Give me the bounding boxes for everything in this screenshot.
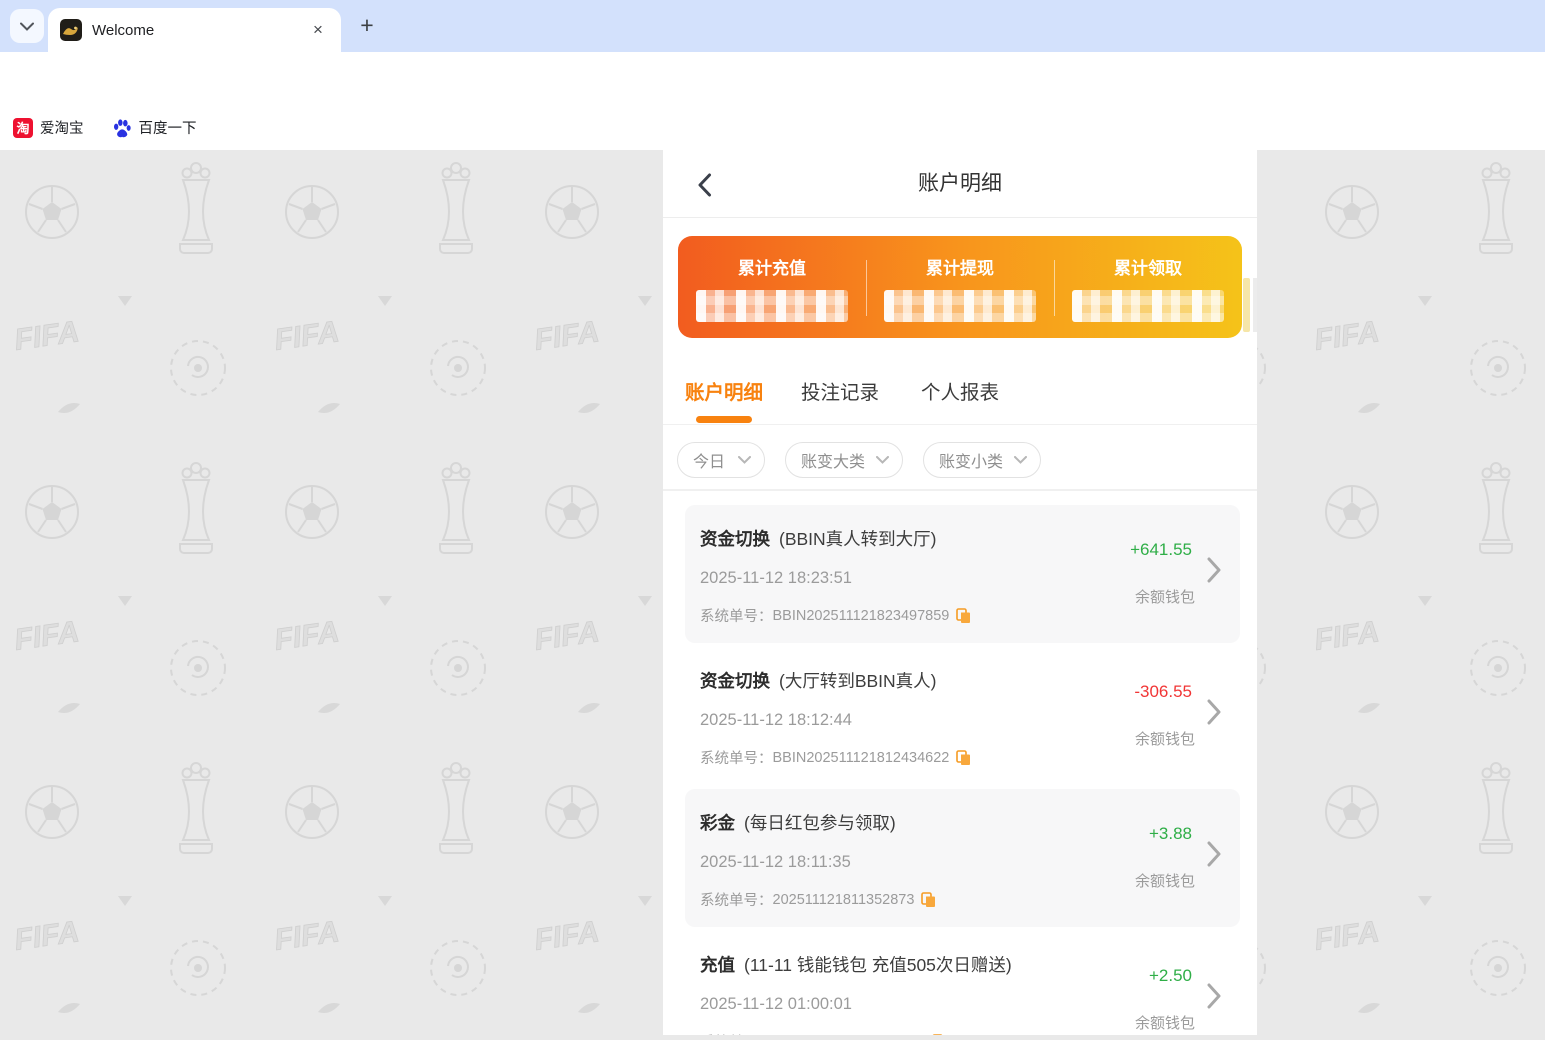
copy-icon[interactable] bbox=[956, 607, 971, 624]
section-divider bbox=[663, 489, 1257, 491]
browser-tab-strip: Welcome × + bbox=[0, 0, 1545, 52]
copy-icon[interactable] bbox=[921, 891, 936, 908]
filter-minor-category[interactable]: 账变小类 bbox=[923, 442, 1041, 478]
tab-personal-report[interactable]: 个人报表 bbox=[921, 376, 999, 405]
transaction-time: 2025-11-12 18:11:35 bbox=[700, 853, 851, 871]
chevron-left-icon bbox=[698, 173, 711, 197]
order-label: 系统单号： bbox=[700, 1031, 773, 1035]
transaction-amount: +2.50 bbox=[1148, 966, 1192, 985]
tab-account-detail[interactable]: 账户明细 bbox=[685, 376, 763, 405]
report-tabs: 账户明细 投注记录 个人报表 bbox=[663, 362, 1257, 425]
tab-bet-records[interactable]: 投注记录 bbox=[801, 376, 879, 405]
transaction-amount: +641.55 bbox=[1130, 540, 1192, 559]
transaction-title: 资金切换 (大厅转到BBIN真人) bbox=[700, 668, 937, 693]
blurred-value bbox=[696, 290, 848, 322]
order-number: BBIN202511121812434622 bbox=[772, 749, 950, 766]
transaction-desc: (11-11 钱能钱包 充值505次日赠送) bbox=[744, 955, 1012, 975]
next-stat-peek bbox=[1253, 278, 1257, 332]
order-label: 系统单号： bbox=[700, 609, 773, 625]
transaction-row[interactable]: 彩金 (每日红包参与领取) 2025-11-12 18:11:35 系统单号： 2… bbox=[685, 789, 1240, 927]
transaction-order: 系统单号： 202511121811352873 bbox=[700, 889, 936, 910]
transaction-desc: (大厅转到BBIN真人) bbox=[779, 671, 937, 691]
account-detail-panel: 账户明细 累计充值 累计提现 累计领取 账户明细 投注记录 个人报表 今日 账变… bbox=[663, 150, 1257, 1035]
filter-label: 账变大类 bbox=[801, 454, 866, 471]
transaction-order: 系统单号： BBIN202511121823497859 bbox=[700, 605, 971, 626]
transaction-row[interactable]: 充值 (11-11 钱能钱包 充值505次日赠送) 2025-11-12 01:0… bbox=[685, 931, 1240, 1035]
chevron-right-icon bbox=[1207, 699, 1221, 730]
site-favicon-icon bbox=[60, 19, 82, 41]
order-number: BBIN202511121823497859 bbox=[772, 607, 950, 624]
browser-tab[interactable]: Welcome × bbox=[48, 8, 341, 52]
transaction-amount: +3.88 bbox=[1148, 824, 1192, 843]
tab-search-button[interactable] bbox=[10, 9, 44, 43]
copy-icon[interactable] bbox=[956, 749, 971, 766]
filter-major-category[interactable]: 账变大类 bbox=[785, 442, 903, 478]
bookmarks-bar: 淘 爱淘宝 百度一下 bbox=[0, 105, 1545, 150]
filter-label: 今日 bbox=[693, 454, 726, 471]
panel-header: 账户明细 bbox=[663, 150, 1257, 218]
blurred-value bbox=[1072, 290, 1224, 322]
order-label: 系统单号： bbox=[700, 893, 773, 909]
transaction-type: 充值 bbox=[700, 955, 735, 975]
page-title: 账户明细 bbox=[918, 172, 1002, 195]
chevron-right-icon bbox=[1207, 557, 1221, 588]
order-number: 202511121811352873 bbox=[772, 891, 915, 908]
tab-title: Welcome bbox=[92, 21, 155, 39]
chevron-down-icon bbox=[20, 22, 34, 31]
filter-date[interactable]: 今日 bbox=[677, 442, 765, 478]
page-back-button[interactable] bbox=[689, 170, 719, 200]
transaction-title: 彩金 (每日红包参与领取) bbox=[700, 810, 896, 835]
transaction-title: 充值 (11-11 钱能钱包 充值505次日赠送) bbox=[700, 952, 1012, 977]
stat-label: 累计提现 bbox=[926, 259, 994, 278]
tab-close-icon[interactable]: × bbox=[307, 19, 329, 41]
baidu-paw-icon bbox=[113, 118, 131, 137]
transaction-type: 资金切换 bbox=[700, 671, 770, 691]
transaction-list: 资金切换 (BBIN真人转到大厅) 2025-11-12 18:23:51 系统单… bbox=[685, 505, 1240, 1035]
totals-card: 累计充值 累计提现 累计领取 bbox=[678, 236, 1242, 338]
total-withdraw: 累计提现 bbox=[866, 236, 1054, 338]
transaction-desc: (BBIN真人转到大厅) bbox=[779, 529, 937, 549]
chevron-down-icon bbox=[1014, 456, 1027, 464]
total-claimed: 累计领取 bbox=[1054, 236, 1242, 338]
filter-row: 今日 账变大类 账变小类 bbox=[677, 442, 1061, 478]
transaction-time: 2025-11-12 01:00:01 bbox=[700, 995, 852, 1013]
transaction-time: 2025-11-12 18:23:51 bbox=[700, 569, 852, 587]
filter-label: 账变小类 bbox=[939, 454, 1004, 471]
wallet-label: 余额钱包 bbox=[1134, 1015, 1195, 1032]
chevron-down-icon bbox=[876, 456, 889, 464]
transaction-order: 系统单号： B202511120100007858 bbox=[700, 1031, 947, 1035]
stat-label: 累计领取 bbox=[1114, 259, 1182, 278]
bookmark-label: 爱淘宝 bbox=[40, 121, 84, 137]
transaction-type: 资金切换 bbox=[700, 529, 770, 549]
transaction-title: 资金切换 (BBIN真人转到大厅) bbox=[700, 526, 937, 551]
bookmark-label: 百度一下 bbox=[138, 121, 197, 137]
bookmark-baidu[interactable]: 百度一下 bbox=[112, 117, 197, 138]
transaction-row[interactable]: 资金切换 (BBIN真人转到大厅) 2025-11-12 18:23:51 系统单… bbox=[685, 505, 1240, 643]
wallet-label: 余额钱包 bbox=[1134, 731, 1195, 748]
wallet-label: 余额钱包 bbox=[1134, 873, 1195, 890]
next-stat-peek bbox=[1243, 278, 1250, 332]
chevron-down-icon bbox=[738, 456, 751, 464]
wallet-label: 余额钱包 bbox=[1134, 589, 1195, 606]
transaction-amount: -306.55 bbox=[1134, 682, 1192, 701]
order-label: 系统单号： bbox=[700, 751, 773, 767]
transaction-row[interactable]: 资金切换 (大厅转到BBIN真人) 2025-11-12 18:12:44 系统单… bbox=[685, 647, 1240, 785]
browser-toolbar: 175616.cc/reports/index bbox=[0, 52, 1545, 152]
chevron-right-icon bbox=[1207, 983, 1221, 1014]
transaction-order: 系统单号： BBIN202511121812434622 bbox=[700, 747, 971, 768]
transaction-time: 2025-11-12 18:12:44 bbox=[700, 711, 852, 729]
chevron-right-icon bbox=[1207, 841, 1221, 872]
stat-label: 累计充值 bbox=[738, 259, 806, 278]
active-tab-underline bbox=[696, 416, 752, 423]
bookmark-taobao[interactable]: 淘 爱淘宝 bbox=[13, 117, 84, 138]
blurred-value bbox=[884, 290, 1036, 322]
new-tab-button[interactable]: + bbox=[352, 11, 382, 41]
taobao-icon: 淘 bbox=[13, 117, 33, 138]
transaction-type: 彩金 bbox=[700, 813, 735, 833]
total-deposit: 累计充值 bbox=[678, 236, 866, 338]
transaction-desc: (每日红包参与领取) bbox=[744, 813, 896, 833]
